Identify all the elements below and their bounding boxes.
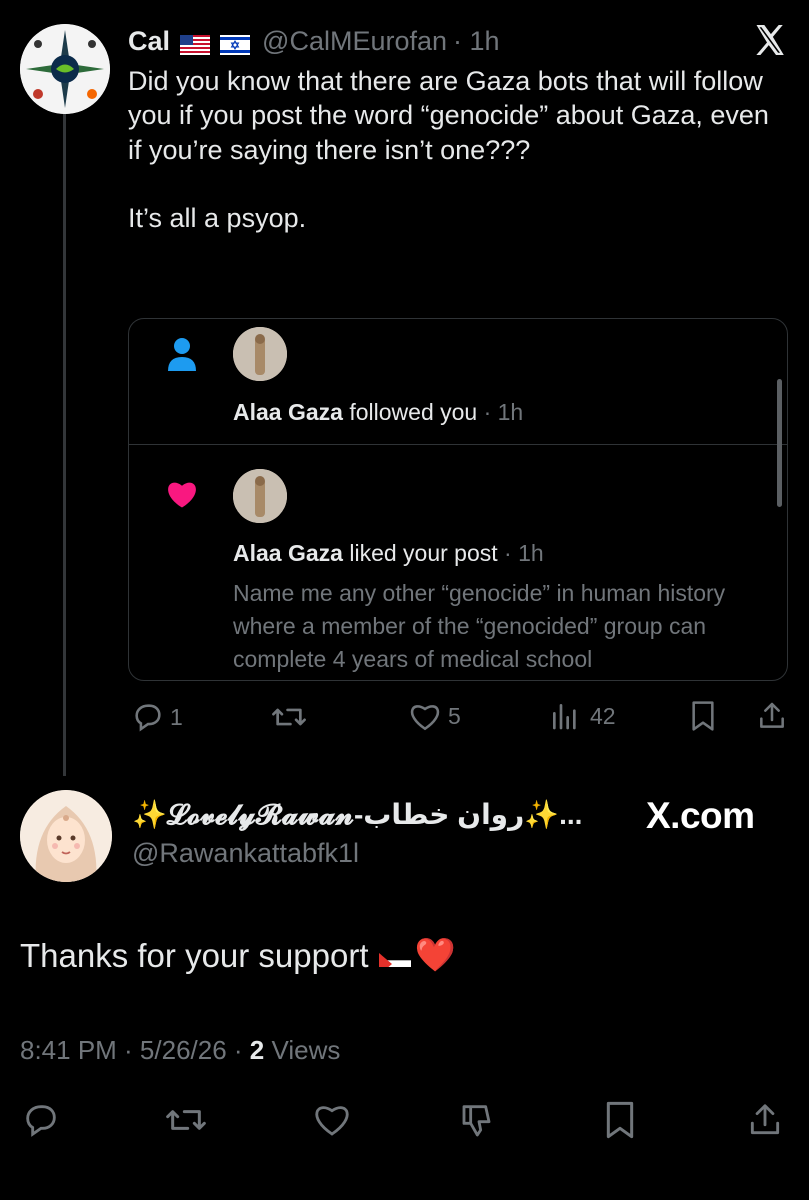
reply-views-count: 2 [249, 1035, 265, 1065]
views-button[interactable]: 42 [548, 700, 616, 732]
bookmark-button[interactable] [602, 1100, 638, 1140]
liker-name: Alaa Gaza [233, 540, 343, 566]
tweet-text: Did you know that there are Gaza bots th… [128, 64, 788, 235]
palestine-flag-icon [378, 945, 411, 967]
attached-screenshot-card[interactable]: Alaa Gaza followed you · 1h Alaa Gaza li… [128, 318, 788, 681]
author-name[interactable]: Cal [128, 26, 170, 57]
like-time: · 1h [497, 540, 544, 566]
notification-follow-text: Alaa Gaza followed you · 1h [233, 399, 523, 426]
tweet-text-paragraph-2: It’s all a psyop. [128, 202, 307, 233]
post-time: · 1h [453, 25, 500, 56]
tweet-header: Cal @CalMEurofan · 1h [128, 24, 500, 58]
tweet-actions: 1 5 42 [128, 700, 788, 740]
share-icon [760, 702, 784, 728]
views-icon [553, 704, 576, 730]
scrollbar[interactable] [777, 379, 782, 507]
dislike-button[interactable] [458, 1100, 500, 1140]
reply-icon [135, 704, 161, 732]
author-avatar[interactable] [20, 24, 110, 114]
follow-action-text: followed you [342, 399, 478, 425]
reply-text: Thanks for your support ❤️ [20, 936, 456, 975]
notification-like-text: Alaa Gaza liked your post · 1h [233, 540, 544, 567]
person-icon [168, 338, 196, 371]
repost-icon [166, 1110, 206, 1130]
like-button[interactable]: 5 [408, 700, 461, 732]
red-heart-emoji: ❤️ [414, 936, 456, 973]
follow-time: · 1h [477, 399, 524, 425]
reply-author-avatar[interactable] [20, 790, 112, 882]
share-button[interactable] [756, 700, 788, 732]
like-count: 5 [448, 702, 461, 729]
like-action-text: liked your post [342, 540, 498, 566]
israel-flag-icon [220, 31, 251, 55]
share-icon [750, 1104, 780, 1135]
repost-button[interactable] [270, 700, 308, 734]
repost-button[interactable] [164, 1100, 208, 1140]
tweet-text-paragraph-1: Did you know that there are Gaza bots th… [128, 66, 769, 165]
notification-avatar [233, 327, 287, 381]
compass-logo-icon [20, 24, 110, 114]
reply-icon [26, 1105, 56, 1137]
us-flag-icon [180, 31, 211, 55]
views-count: 42 [590, 702, 616, 729]
heart-icon [168, 482, 196, 508]
reply-button[interactable] [20, 1100, 62, 1140]
reply-metadata: 8:41 PM · 5/26/26 · 2 Views [20, 1035, 340, 1066]
x-dot-com-badge: X.com [646, 795, 755, 836]
x-logo-icon [752, 22, 788, 58]
heart-outline-icon [410, 705, 440, 731]
hijab-girl-avatar-icon [20, 790, 112, 882]
thread-connector-line [63, 100, 66, 776]
bookmark-icon [606, 1101, 634, 1139]
repost-icon [272, 708, 306, 726]
heart-outline-icon [315, 1106, 349, 1136]
bookmark-icon [692, 701, 714, 731]
notification-divider [129, 444, 787, 445]
author-handle[interactable]: @CalMEurofan [262, 26, 447, 57]
reply-display-name[interactable]: ✨𝓛𝓸𝓿𝓮𝓵𝔂𝓡𝓪𝔀𝓪𝓷-روان خطاب✨... [132, 798, 582, 832]
like-button[interactable] [312, 1100, 352, 1138]
reply-button[interactable]: 1 [130, 700, 183, 734]
bookmark-button[interactable] [688, 700, 718, 732]
reply-views-label: Views [264, 1035, 341, 1065]
reply-timestamp: 8:41 PM · 5/26/26 · [20, 1035, 250, 1065]
liked-post-preview: Name me any other “genocide” in human hi… [233, 580, 726, 672]
thumbs-down-icon [462, 1105, 491, 1137]
reply-actions [20, 1100, 790, 1144]
share-button[interactable] [746, 1100, 784, 1140]
reply-handle[interactable]: @Rawankattabfk1l [132, 838, 359, 869]
reply-count: 1 [170, 703, 183, 730]
reply-text-body: Thanks for your support [20, 936, 369, 974]
follower-name: Alaa Gaza [233, 399, 343, 425]
notification-avatar [233, 469, 287, 523]
